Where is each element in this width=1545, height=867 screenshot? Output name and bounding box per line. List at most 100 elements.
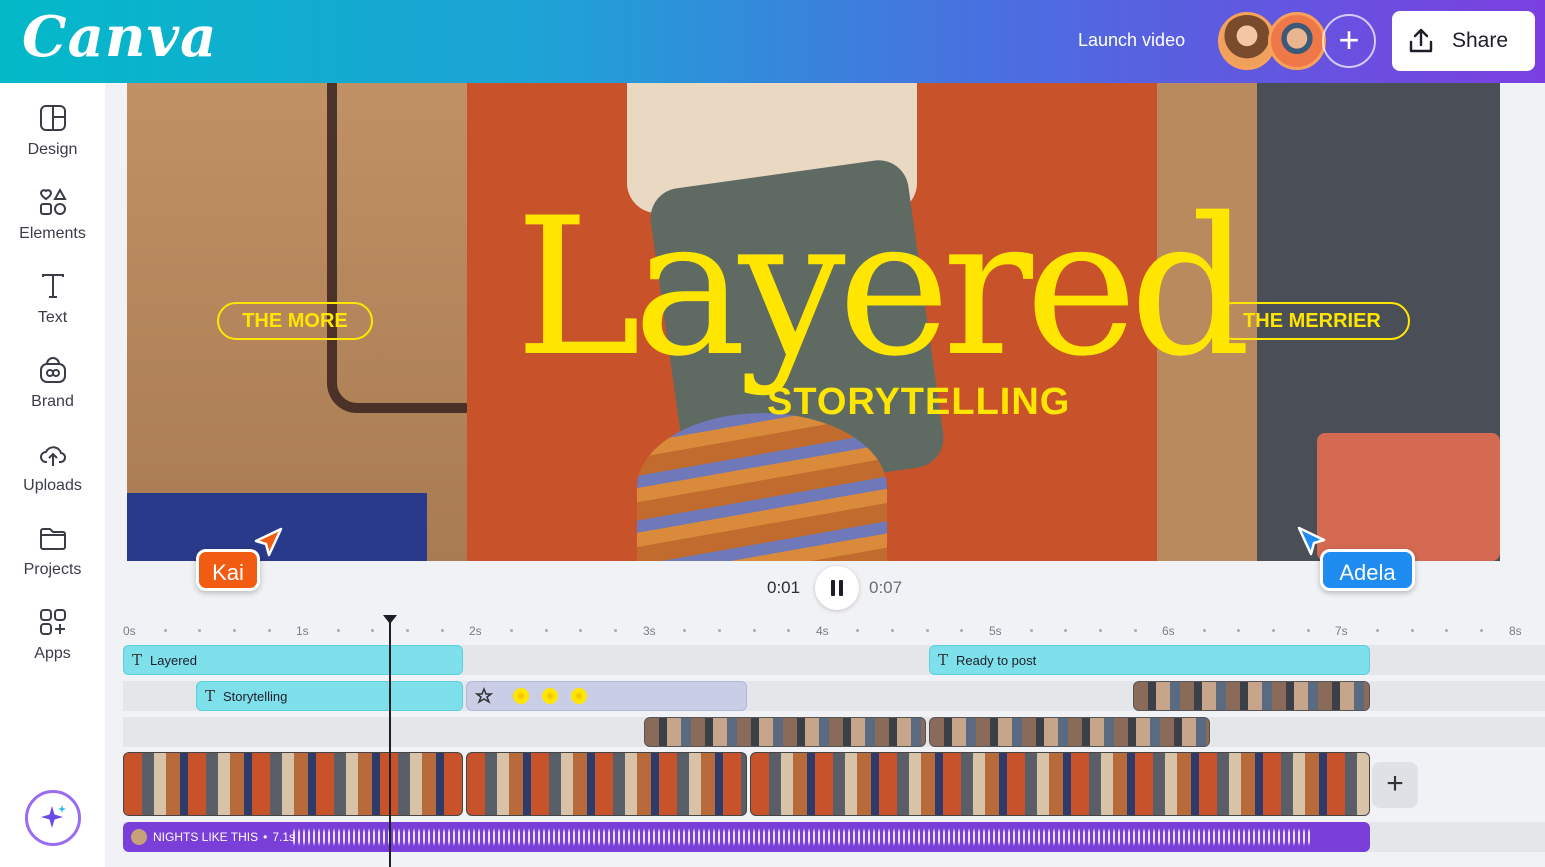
layout-icon (39, 105, 66, 131)
clip-label: Ready to post (956, 652, 1037, 668)
pill-text-right[interactable]: THE MERRIER (1214, 302, 1410, 340)
clip-label: Storytelling (223, 688, 288, 704)
ruler-dot (1479, 629, 1483, 632)
audio-title: NIGHTS LIKE THIS (153, 830, 259, 844)
ruler-dot (752, 629, 756, 632)
ruler-tick: 6s (1162, 624, 1175, 638)
audio-thumbnail (131, 829, 147, 845)
audio-waveform (293, 822, 1313, 852)
video-clip-overlay-2[interactable] (929, 717, 1210, 747)
cloud-upload-icon (39, 446, 66, 466)
share-label: Share (1452, 29, 1509, 52)
video-clip-main-3[interactable] (750, 752, 1370, 816)
ruler-dot (925, 629, 929, 632)
sidebar-item-apps[interactable]: Apps (0, 607, 105, 663)
apps-icon (39, 609, 66, 635)
share-upload-icon (1409, 28, 1433, 53)
ruler-dot (613, 629, 617, 632)
launch-video-button[interactable]: Launch video (1078, 30, 1185, 51)
flower-icon (513, 688, 529, 704)
sidebar-item-label: Elements (19, 225, 86, 242)
pause-button[interactable] (815, 566, 859, 610)
ruler-tick: 7s (1335, 624, 1348, 638)
ruler-tick: 8s (1509, 624, 1522, 638)
design-canvas[interactable]: Layered STORYTELLING THE MORE THE MERRIE… (127, 83, 1500, 561)
canvas-title-text[interactable]: Layered (515, 193, 1251, 383)
ruler-dot (1029, 629, 1033, 632)
add-collaborator-button[interactable]: + (1322, 14, 1376, 68)
shapes-icon (39, 187, 67, 215)
element-clip-sparkles[interactable] (466, 681, 747, 711)
ruler-dot (1306, 629, 1310, 632)
pill-text-left[interactable]: THE MORE (217, 302, 373, 340)
canvas-subtitle-text[interactable]: STORYTELLING (767, 381, 1070, 424)
sidebar-item-design[interactable]: Design (0, 103, 105, 159)
sidebar-item-label: Uploads (23, 477, 82, 494)
ruler-tick: 2s (469, 624, 482, 638)
audio-duration: 7.1s (272, 830, 296, 844)
ruler-tick: 3s (643, 624, 656, 638)
ruler-dot (440, 629, 444, 632)
clip-label: Layered (150, 652, 197, 668)
ruler-dot (717, 629, 721, 632)
ruler-tick: 0s (123, 624, 136, 638)
sidebar-item-brand[interactable]: Brand (0, 355, 105, 411)
sidebar-item-elements[interactable]: Elements (0, 187, 105, 243)
audio-clip[interactable]: NIGHTS LIKE THIS • 7.1s (123, 822, 1370, 852)
flower-icon (571, 688, 587, 704)
ruler-dot (163, 629, 167, 632)
text-clip-layered[interactable]: T Layered (123, 645, 463, 675)
text-icon (41, 274, 64, 298)
current-time: 0:01 (767, 578, 801, 597)
flower-icon (542, 688, 558, 704)
ruler-tick: 4s (816, 624, 829, 638)
scene-cushion (1317, 433, 1500, 561)
total-time: 0:07 (869, 578, 903, 597)
ruler-dot (336, 629, 340, 632)
video-clip-overlay-1[interactable] (644, 717, 926, 747)
sidebar-item-text[interactable]: Text (0, 271, 105, 327)
sidebar-item-label: Brand (31, 393, 74, 410)
ruler-dot (1410, 629, 1414, 632)
text-clip-icon: T (938, 651, 949, 669)
collaborator-tag-adela: Adela (1320, 549, 1415, 591)
text-clip-ready-to-post[interactable]: T Ready to post (929, 645, 1370, 675)
ruler-dot (1133, 629, 1137, 632)
video-clip-overlay-end[interactable] (1133, 681, 1370, 711)
folder-icon (39, 528, 66, 550)
ruler-tick: 5s (989, 624, 1002, 638)
text-clip-icon: T (132, 651, 143, 669)
ruler-dot (1098, 629, 1102, 632)
pause-icon (831, 580, 843, 596)
text-clip-storytelling[interactable]: T Storytelling (196, 681, 463, 711)
sidebar-item-label: Apps (34, 645, 71, 662)
brand-icon (39, 357, 66, 383)
text-clip-icon: T (205, 687, 216, 705)
collaborator-avatar-2[interactable] (1268, 12, 1326, 70)
audio-separator: • (263, 830, 268, 844)
sidebar-item-label: Text (37, 309, 68, 326)
element-shapes-icon (475, 687, 493, 704)
ruler-tick: 1s (296, 624, 309, 638)
video-clip-main-2[interactable] (466, 752, 747, 816)
sidebar-item-label: Projects (23, 561, 82, 578)
left-sidebar: Design Elements Text Brand Uploads Proje… (0, 83, 105, 867)
ruler-dot (267, 629, 271, 632)
ruler-dot (1202, 629, 1206, 632)
sidebar-item-projects[interactable]: Projects (0, 523, 105, 579)
collaborator-tag-kai: Kai (196, 549, 260, 591)
scene-striped-sweater (637, 413, 887, 561)
sidebar-item-label: Design (27, 141, 78, 158)
canva-logo[interactable]: Canva (22, 4, 217, 70)
sidebar-item-uploads[interactable]: Uploads (0, 439, 105, 495)
magic-ai-button[interactable] (25, 790, 81, 846)
share-button[interactable]: Share (1392, 11, 1535, 71)
playhead-line[interactable] (389, 618, 391, 867)
sparkle-icon (41, 805, 66, 828)
top-header: Canva Launch video + Share (0, 0, 1545, 83)
ruler-dot (232, 629, 236, 632)
ruler-dot (544, 629, 548, 632)
video-clip-main-1[interactable] (123, 752, 463, 816)
playhead-handle[interactable] (383, 615, 397, 624)
add-clip-button[interactable]: + (1372, 762, 1418, 808)
